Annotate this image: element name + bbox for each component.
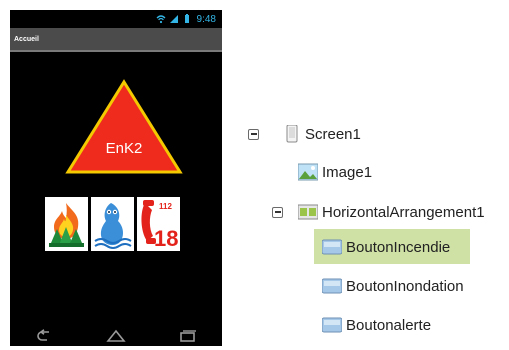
button-icon: [322, 278, 342, 294]
phone-preview: 9:48 Accueil EnK2 112 18: [10, 10, 222, 346]
tree-label-bouton-incendie: BoutonIncendie: [346, 238, 451, 256]
tree-row-image[interactable]: Image1: [298, 162, 372, 182]
flood-button[interactable]: [91, 197, 134, 251]
tree-row-bouton-inondation[interactable]: BoutonInondation: [322, 276, 464, 296]
alert-button[interactable]: 112 18: [137, 197, 180, 251]
signal-icon: [169, 15, 178, 23]
collapse-toggle-screen[interactable]: [248, 128, 259, 140]
tree-label-boutonalerte: Boutonalerte: [346, 316, 432, 334]
horizontal-arrangement-icon: [298, 204, 318, 220]
home-icon[interactable]: [105, 329, 127, 343]
title-bar: Accueil: [10, 28, 222, 52]
screen-icon: [286, 125, 298, 143]
button-icon: [322, 239, 342, 255]
component-tree: Screen1 Image1 HorizontalArrangement1 Bo…: [230, 110, 509, 350]
button-row: 112 18: [45, 197, 180, 251]
back-icon[interactable]: [34, 329, 56, 343]
tree-label-image: Image1: [322, 163, 373, 181]
flood-icon: [91, 197, 134, 251]
tree-label-bouton-inondation: BoutonInondation: [346, 277, 464, 295]
recent-apps-icon[interactable]: [176, 329, 198, 343]
screen-title: Accueil: [14, 35, 39, 43]
status-bar: 9:48: [10, 10, 222, 28]
emergency-phone-icon: 112 18: [137, 197, 180, 251]
tree-row-boutonalerte[interactable]: Boutonalerte: [322, 315, 431, 335]
tree-row-bouton-incendie[interactable]: BoutonIncendie: [322, 237, 450, 257]
phone-number-18: 18: [154, 226, 178, 251]
logo-text: EnK2: [105, 140, 143, 157]
battery-icon: [184, 14, 189, 23]
button-icon: [322, 317, 342, 333]
tree-label-arrangement: HorizontalArrangement1: [322, 203, 485, 221]
tree-row-arrangement[interactable]: HorizontalArrangement1: [272, 202, 485, 222]
image-icon: [298, 163, 318, 181]
wifi-icon: [156, 15, 165, 24]
navigation-bar: [10, 326, 222, 346]
warning-triangle-logo: [65, 79, 183, 174]
collapse-toggle-arrangement[interactable]: [272, 206, 283, 218]
fire-icon: [45, 197, 88, 251]
phone-number-112: 112: [159, 202, 172, 211]
status-time: 9:48: [196, 13, 216, 25]
fire-button[interactable]: [45, 197, 88, 251]
tree-label-screen: Screen1: [305, 125, 361, 143]
tree-row-screen[interactable]: Screen1: [248, 124, 361, 144]
